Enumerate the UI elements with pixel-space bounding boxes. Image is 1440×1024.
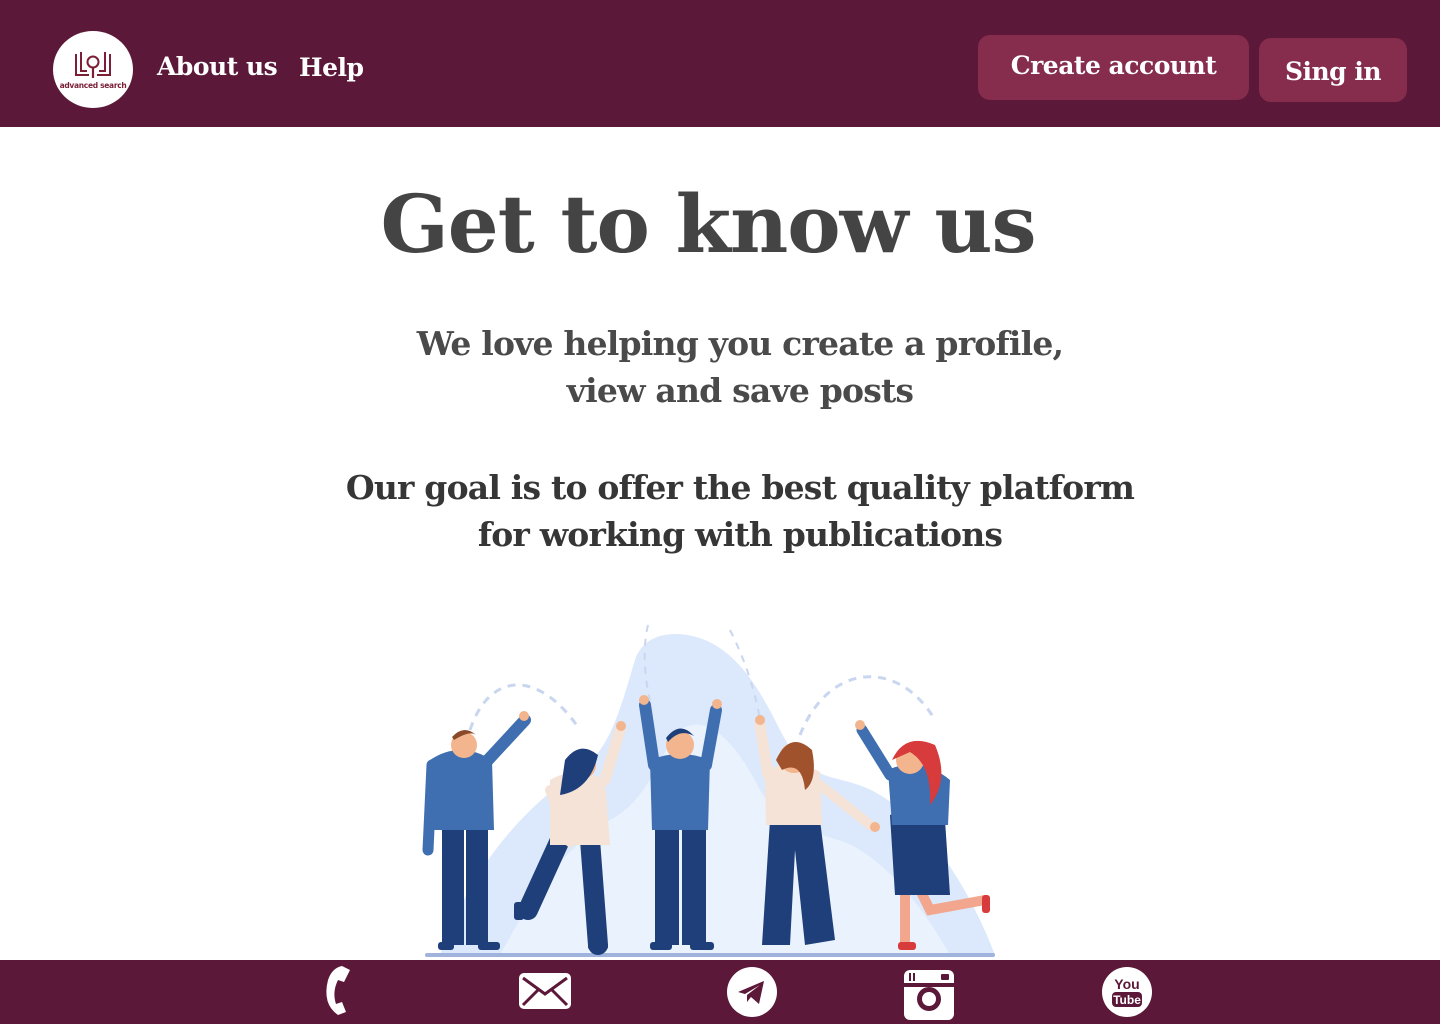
telegram-icon	[727, 967, 777, 1017]
footer: You Tube	[0, 960, 1440, 1024]
youtube-link[interactable]: You Tube	[1101, 966, 1153, 1018]
nav-about-us[interactable]: About us	[157, 52, 278, 81]
goal-paragraph: Our goal is to offer the best quality pl…	[0, 464, 1440, 558]
page-title: Get to know us	[380, 177, 1036, 271]
logo[interactable]: advanced search	[53, 31, 133, 108]
team-celebration-illustration	[422, 624, 995, 957]
mail-link[interactable]	[518, 972, 572, 1010]
intro-line-1: We love helping you create a profile,	[416, 324, 1064, 363]
confetti-arc	[798, 675, 937, 736]
book-search-icon	[75, 51, 111, 78]
logo-text: advanced search	[59, 80, 127, 90]
youtube-word-tube: Tube	[1113, 993, 1141, 1007]
youtube-icon: You Tube	[1102, 967, 1152, 1017]
header: advanced search About us Help Create acc…	[0, 0, 1440, 127]
intro-paragraph: We love helping you create a profile, vi…	[0, 320, 1440, 414]
instagram-icon	[904, 970, 954, 1020]
nav-help[interactable]: Help	[299, 53, 364, 82]
create-account-button[interactable]: Create account	[978, 35, 1249, 100]
intro-line-2: view and save posts	[566, 371, 914, 410]
goal-line-1: Our goal is to offer the best quality pl…	[345, 468, 1135, 507]
youtube-word-you: You	[1114, 976, 1139, 992]
sign-in-button[interactable]: Sing in	[1259, 38, 1407, 102]
mail-icon	[519, 973, 571, 1009]
telegram-link[interactable]	[726, 966, 778, 1018]
phone-icon	[326, 966, 350, 1015]
goal-line-2: for working with publications	[477, 515, 1003, 554]
phone-link[interactable]	[318, 964, 354, 1016]
instagram-link[interactable]	[903, 969, 955, 1021]
